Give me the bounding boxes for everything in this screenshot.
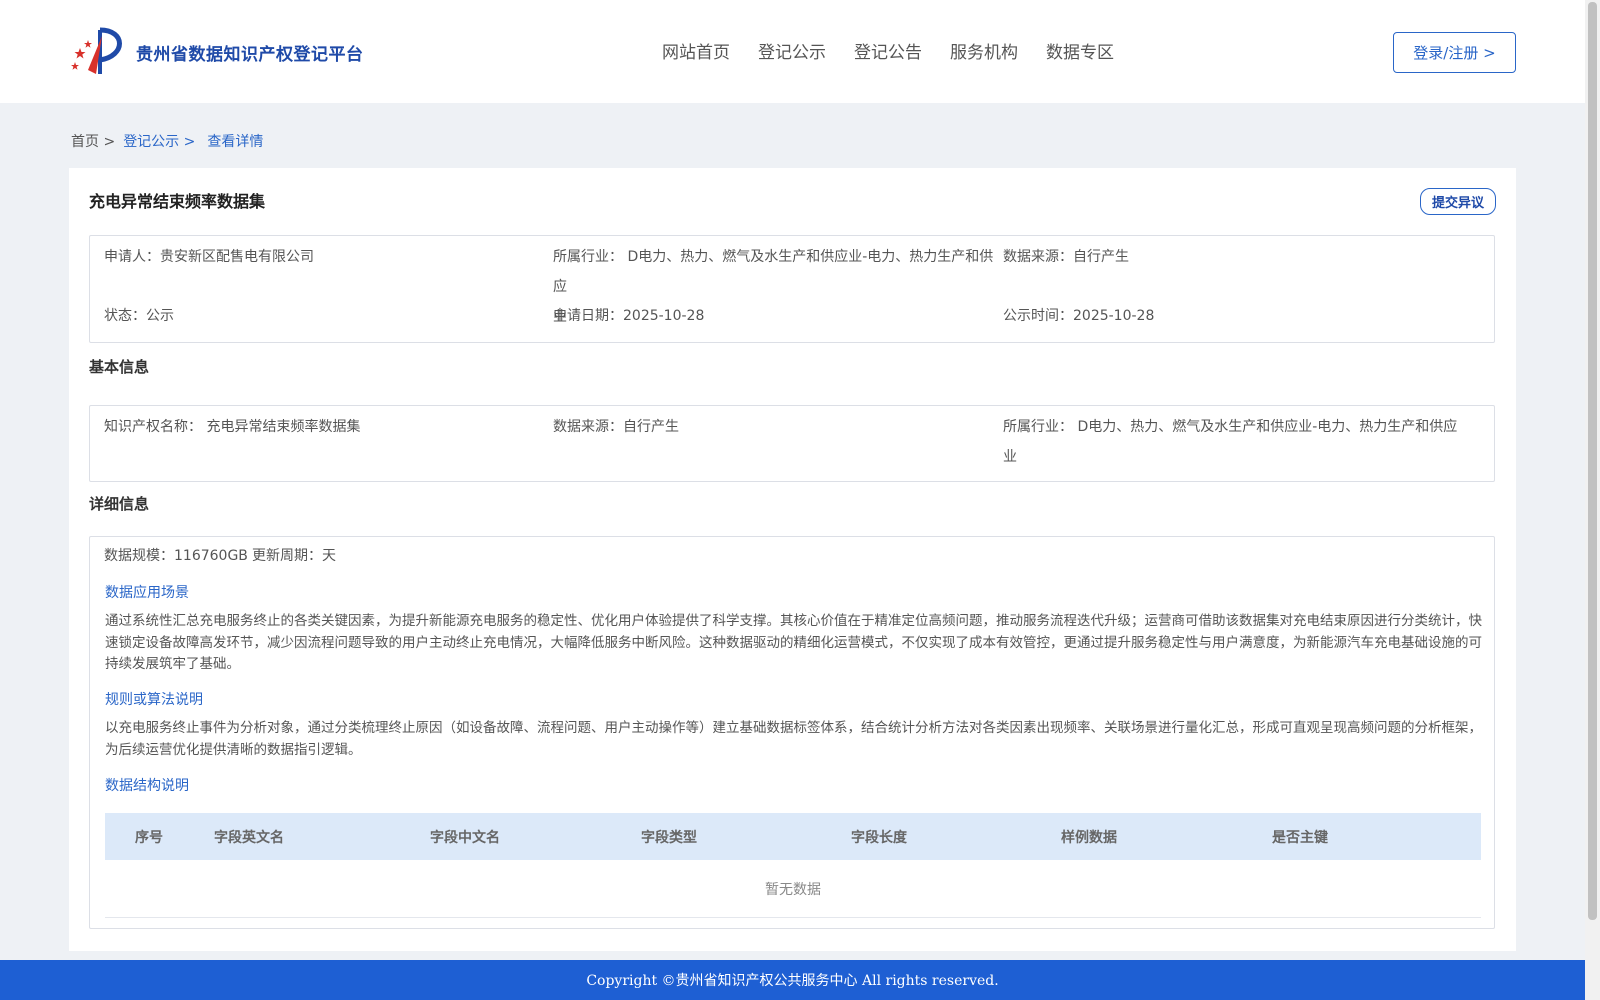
ip-name-field: 知识产权名称： 充电异常结束频率数据集 [104, 412, 360, 442]
status-label: 状态： [104, 308, 146, 324]
update-cycle-field: 更新周期：天 [252, 541, 336, 571]
breadcrumb-current: 查看详情 [207, 134, 264, 150]
logo-emblem-icon [71, 27, 122, 74]
table-header-row: 序号 字段英文名 字段中文名 字段类型 字段长度 样例数据 是否主键 [105, 813, 1481, 860]
th-index: 序号 [135, 829, 163, 846]
page-title: 充电异常结束频率数据集 [89, 192, 266, 211]
source-field: 数据来源：自行产生 [1003, 242, 1129, 272]
apply-date-field: 申请日期：2025-10-28 [553, 301, 704, 331]
basic-source-label: 数据来源： [553, 419, 623, 435]
status-value: 公示 [146, 308, 174, 324]
applicant-value: 贵安新区配售电有限公司 [160, 249, 314, 265]
basic-source-field: 数据来源：自行产生 [553, 412, 679, 442]
detail-card: 充电异常结束频率数据集 提交异议 申请人：贵安新区配售电有限公司 所属行业： D… [69, 168, 1516, 951]
nav-home[interactable]: 网站首页 [662, 38, 730, 63]
applicant-field: 申请人：贵安新区配售电有限公司 [104, 242, 314, 272]
basic-industry-field: 所属行业： D电力、热力、燃气及水生产和供应业-电力、热力生产和供应 业 [1003, 412, 1463, 472]
site-header: 贵州省数据知识产权登记平台 网站首页 登记公示 登记公告 服务机构 数据专区 登… [0, 0, 1585, 103]
th-field-cn-name: 字段中文名 [430, 829, 500, 846]
basic-industry-value-line2: 业 [1003, 449, 1017, 465]
ip-name-label: 知识产权名称： [104, 419, 202, 435]
source-value: 自行产生 [1073, 249, 1129, 265]
copyright-text: Copyright ©贵州省知识产权公共服务中心 All rights rese… [586, 973, 999, 989]
basic-industry-value-line1: D电力、热力、燃气及水生产和供应业-电力、热力生产和供应 [1077, 419, 1458, 435]
basic-source-value: 自行产生 [623, 419, 679, 435]
basic-info-heading: 基本信息 [89, 358, 150, 376]
nav-registration-publicity[interactable]: 登记公示 [758, 38, 826, 63]
status-field: 状态：公示 [104, 301, 174, 331]
breadcrumb-section[interactable]: 登记公示 > [123, 131, 195, 151]
ip-name-value: 充电异常结束频率数据集 [206, 419, 361, 435]
scrollbar-thumb[interactable] [1588, 2, 1597, 920]
login-register-button[interactable]: 登录/注册 > [1393, 32, 1516, 73]
structure-heading: 数据结构说明 [105, 778, 189, 794]
site-logo[interactable]: 贵州省数据知识产权登记平台 [70, 26, 364, 78]
table-empty-state: 暂无数据 [105, 860, 1481, 918]
submit-objection-button[interactable]: 提交异议 [1420, 188, 1496, 215]
scrollbar[interactable] [1585, 0, 1600, 1000]
scenario-heading: 数据应用场景 [105, 585, 189, 601]
industry-label: 所属行业： [553, 249, 623, 265]
th-primary-key: 是否主键 [1272, 829, 1328, 846]
summary-panel: 申请人：贵安新区配售电有限公司 所属行业： D电力、热力、燃气及水生产和供应业-… [89, 235, 1495, 343]
data-scale-value: 116760GB [174, 548, 248, 564]
data-scale-label: 数据规模： [104, 548, 174, 564]
basic-info-panel: 知识产权名称： 充电异常结束频率数据集 数据来源：自行产生 所属行业： D电力、… [89, 405, 1495, 482]
breadcrumb-home[interactable]: 首页 > [71, 131, 115, 151]
publish-date-value: 2025-10-28 [1073, 308, 1155, 324]
rules-text: 以充电服务终止事件为分析对象，通过分类梳理终止原因（如设备故障、流程问题、用户主… [105, 720, 1482, 758]
nav-registration-announcement[interactable]: 登记公告 [854, 38, 922, 63]
breadcrumb: 首页 > 登记公示 > 查看详情 [71, 131, 263, 151]
update-cycle-value: 天 [322, 548, 336, 564]
update-cycle-label: 更新周期： [252, 548, 322, 564]
th-field-en-name: 字段英文名 [214, 829, 284, 846]
source-label: 数据来源： [1003, 249, 1073, 265]
th-field-length: 字段长度 [851, 829, 907, 846]
data-scale-field: 数据规模：116760GB [104, 541, 248, 571]
th-field-type: 字段类型 [641, 829, 697, 846]
publish-date-field: 公示时间：2025-10-28 [1003, 301, 1154, 331]
th-sample-data: 样例数据 [1061, 829, 1117, 846]
apply-date-value: 2025-10-28 [623, 308, 705, 324]
main-nav: 网站首页 登记公示 登记公告 服务机构 数据专区 [662, 38, 1142, 63]
applicant-label: 申请人： [104, 249, 160, 265]
rules-heading: 规则或算法说明 [105, 692, 203, 708]
basic-industry-label: 所属行业： [1003, 419, 1073, 435]
nav-data-zone[interactable]: 数据专区 [1046, 38, 1114, 63]
site-footer: Copyright ©贵州省知识产权公共服务中心 All rights rese… [0, 960, 1585, 1000]
site-name: 贵州省数据知识产权登记平台 [136, 44, 364, 65]
publish-date-label: 公示时间： [1003, 308, 1073, 324]
nav-service-agencies[interactable]: 服务机构 [950, 38, 1018, 63]
detail-info-panel: 数据规模：116760GB 更新周期：天 数据应用场景 通过系统性汇总充电服务终… [89, 536, 1495, 929]
apply-date-label: 申请日期： [553, 308, 623, 324]
detail-info-heading: 详细信息 [89, 495, 150, 513]
scenario-text: 通过系统性汇总充电服务终止的各类关键因素，为提升新能源充电服务的稳定性、优化用户… [105, 613, 1482, 672]
